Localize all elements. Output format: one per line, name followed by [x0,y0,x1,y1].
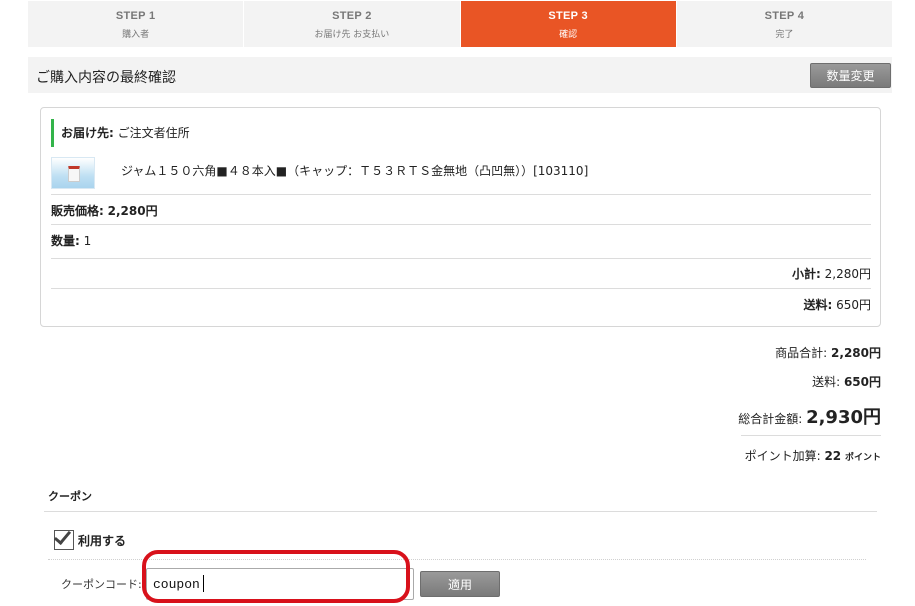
apply-coupon-button[interactable]: 適用 [420,571,500,597]
subtotal-value: 2,280円 [824,267,871,281]
shipping-total: 送料: 650円 [700,373,881,390]
items-total: 商品合計: 2,280円 [700,344,881,361]
divider [51,194,871,195]
shipping-total-label: 送料: [812,375,841,389]
change-quantity-button[interactable]: 数量変更 [810,63,891,88]
highlight-annotation [142,550,410,603]
grand-total-label: 総合計金額: [738,412,803,426]
coupon-code-label: クーポンコード: [61,578,142,591]
quantity-row: 数量: 1 [51,232,871,249]
items-total-label: 商品合計: [775,346,828,360]
delivery-destination: お届け先: ご注文者住所 [51,119,190,147]
quantity-label: 数量: [51,234,80,248]
divider [51,224,871,225]
divider [51,288,871,289]
points-value: 22 [824,449,842,463]
order-summary-card: お届け先: ご注文者住所 ジャム１５０六角■４８本入■（キャップ：Ｔ５３ＲＴＳ金… [40,107,881,327]
page-title: ご購入内容の最終確認 [36,70,176,86]
step-label: 購入者 [122,30,150,40]
checkmark-icon [53,526,72,546]
grand-total: 総合計金額: 2,930円 [700,403,881,429]
quantity-value: 1 [83,234,92,248]
step-number: STEP 4 [764,10,805,22]
product-thumbnail [51,157,95,189]
step-4: STEP 4 完了 [677,1,892,47]
step-2: STEP 2 お届け先 お支払い [244,1,461,47]
divider [51,258,871,259]
price-row: 販売価格: 2,280円 [51,202,871,219]
section-header: ご購入内容の最終確認 数量変更 [28,57,892,93]
points-unit: ポイント [844,453,881,463]
step-1: STEP 1 購入者 [28,1,245,47]
items-total-value: 2,280円 [831,346,881,360]
checkout-steps: STEP 1 購入者 STEP 2 お届け先 お支払い STEP 3 確認 ST… [28,1,892,47]
divider [44,511,877,512]
coupon-title: クーポン [48,490,92,503]
use-coupon-label[interactable]: 利用する [78,532,126,549]
step-number: STEP 1 [115,10,156,22]
step-number: STEP 2 [332,10,372,22]
shipping-label: 送料: [803,298,833,312]
price-value: 2,280円 [107,204,158,218]
grand-total-value: 2,930円 [806,407,881,428]
destination-value: ご注文者住所 [117,126,190,140]
destination-label: お届け先: [61,126,114,140]
step-label: 確認 [559,30,578,40]
shipping-total-value: 650円 [843,375,881,389]
step-label: 完了 [775,30,794,40]
jar-icon [68,166,80,182]
step-3-active: STEP 3 確認 [460,1,677,47]
product-name: ジャム１５０六角■４８本入■（キャップ：Ｔ５３ＲＴＳ金無地（凸凹無））[1031… [121,164,589,178]
subtotal-row: 小計: 2,280円 [51,265,871,282]
step-label: お届け先 お支払い [314,30,390,40]
step-number: STEP 3 [548,10,588,22]
points-earned: ポイント加算: 22 ポイント [700,447,881,464]
shipping-value: 650円 [836,298,871,312]
shipping-row: 送料: 650円 [51,296,871,313]
price-label: 販売価格: [51,204,104,218]
use-coupon-checkbox[interactable] [53,526,74,550]
divider [741,435,881,436]
points-label: ポイント加算: [744,449,821,463]
subtotal-label: 小計: [792,267,821,281]
